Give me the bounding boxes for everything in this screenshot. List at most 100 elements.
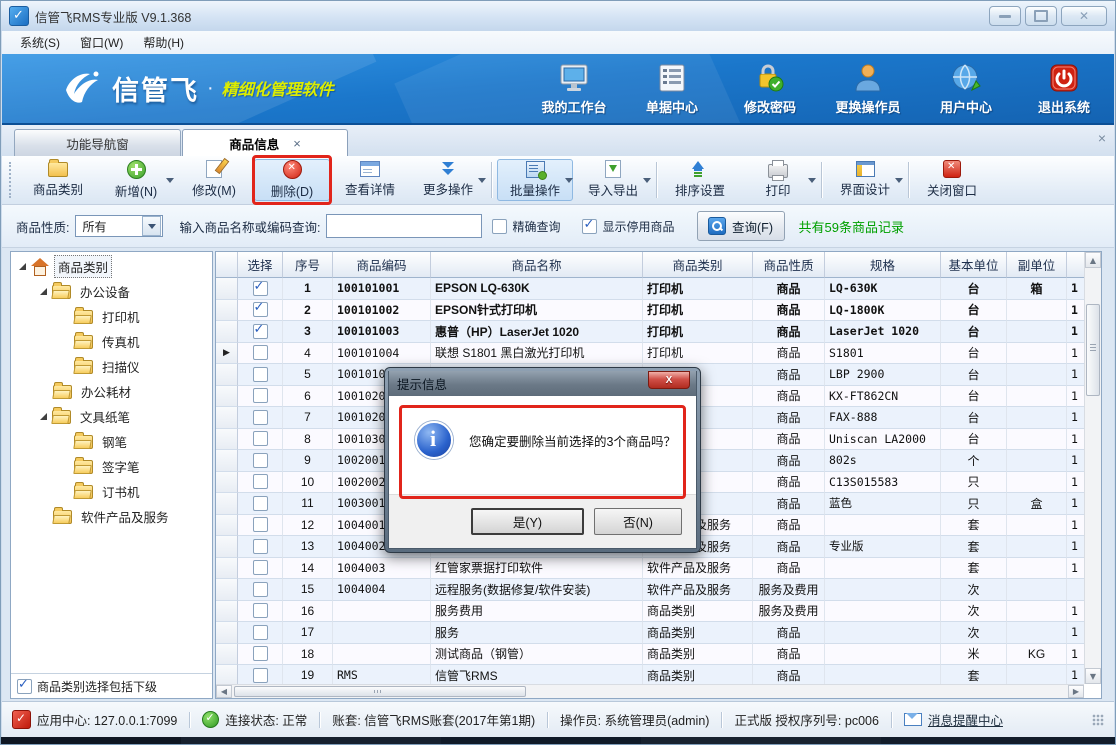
nav-document-center[interactable]: 单据中心 [636,62,708,116]
maximize-button[interactable] [1025,6,1057,26]
tree-item[interactable]: 扫描仪 [13,354,210,379]
horizontal-scroll-thumb[interactable] [234,686,526,697]
dialog-titlebar[interactable]: 提示信息 X [389,371,696,396]
grid-column-header[interactable] [1067,252,1084,278]
checkbox-checked-icon[interactable] [253,324,268,339]
grid-column-header[interactable]: 商品名称 [431,252,643,278]
tree-item[interactable]: 传真机 [13,329,210,354]
table-row[interactable]: 16服务费用商品类别服务及费用次1 [216,601,1084,623]
checkbox-icon[interactable] [253,388,268,403]
dialog-close-button[interactable]: X [648,371,690,389]
toolbar-product-category-button[interactable]: 商品类别 [20,159,96,201]
checkbox-icon[interactable] [253,453,268,468]
checkbox-icon[interactable] [253,367,268,382]
grid-column-header[interactable]: 选择 [238,252,283,278]
checkbox-checked-icon[interactable] [253,302,268,317]
table-row[interactable]: 3100101003惠普（HP）LaserJet 1020打印机商品LaserJ… [216,321,1084,343]
checkbox-icon[interactable] [253,560,268,575]
table-row[interactable]: 19RMS信管飞RMS商品类别商品套1 [216,665,1084,684]
select-arrow-icon[interactable] [142,216,161,236]
toolbar-more-actions-button[interactable]: 更多操作 [410,159,486,201]
tabstrip-close-icon[interactable]: × [1098,130,1106,146]
dropdown-arrow-icon[interactable] [478,178,486,183]
tree-item[interactable]: 软件产品及服务 [13,504,210,529]
table-row[interactable]: 1100101001EPSON LQ-630K打印机商品LQ-630K台箱1 [216,278,1084,300]
tree-item[interactable]: 打印机 [13,304,210,329]
vertical-scrollbar[interactable]: ▲ ▼ [1084,252,1101,684]
nav-switch-operator[interactable]: 更换操作员 [832,62,904,116]
grid-column-header[interactable]: 基本单位 [941,252,1007,278]
exact-query-checkbox[interactable]: 精确查询 [492,218,560,235]
no-button[interactable]: 否(N) [594,508,682,535]
table-row[interactable]: 151004004远程服务(数据修复/软件安装)软件产品及服务服务及费用次 [216,579,1084,601]
query-button[interactable]: 查询(F) [697,211,785,241]
checkbox-icon[interactable] [253,668,268,683]
checkbox-icon[interactable] [253,474,268,489]
search-input[interactable] [326,214,482,238]
toolbar-delete-button[interactable]: 删除(D) [254,159,330,201]
checkbox-icon[interactable] [253,539,268,554]
grid-column-header[interactable]: 商品类别 [643,252,753,278]
checkbox-icon[interactable] [253,431,268,446]
horizontal-scrollbar[interactable]: ◀ ▶ [216,684,1084,698]
tree-expand-icon[interactable] [19,263,26,270]
nav-change-password[interactable]: 修改密码 [734,62,806,116]
close-button[interactable]: ✕ [1061,6,1107,26]
checkbox-icon[interactable] [253,582,268,597]
dropdown-arrow-icon[interactable] [808,178,816,183]
table-row[interactable]: ▶4100101004联想 S1801 黑白激光打印机打印机商品S1801台1 [216,343,1084,365]
nav-user-center[interactable]: 用户中心 [930,62,1002,116]
toolbar-import-export-button[interactable]: 导入导出 [575,159,651,201]
tab-close-icon[interactable]: × [293,136,301,151]
grid-column-header[interactable]: 商品性质 [753,252,825,278]
tree-item[interactable]: 商品类别 [13,254,210,279]
checkbox-icon[interactable] [253,517,268,532]
tree-item[interactable]: 签字笔 [13,454,210,479]
table-row[interactable]: 18测试商品（钢管）商品类别商品米KG1 [216,644,1084,666]
table-row[interactable]: 141004003红管家票据打印软件软件产品及服务商品套1 [216,558,1084,580]
nav-my-workbench[interactable]: 我的工作台 [538,62,610,116]
grid-column-header[interactable] [216,252,238,278]
tree-item[interactable]: 文具纸笔 [13,404,210,429]
dropdown-arrow-icon[interactable] [643,178,651,183]
dropdown-arrow-icon[interactable] [565,178,573,183]
toolbar-print-button[interactable]: 打印 [740,159,816,201]
tree-item[interactable]: 办公耗材 [13,379,210,404]
menu-help[interactable]: 帮助(H) [135,32,196,54]
tree-item[interactable]: 订书机 [13,479,210,504]
checkbox-checked-icon[interactable] [253,281,268,296]
toolbar-view-detail-button[interactable]: 查看详情 [332,159,408,201]
dropdown-arrow-icon[interactable] [166,178,174,183]
menu-window[interactable]: 窗口(W) [72,32,135,54]
toolbar-sort-settings-button[interactable]: 排序设置 [662,159,738,201]
tab-product-info[interactable]: 商品信息 × [182,129,348,156]
checkbox-checked-icon[interactable] [582,219,597,234]
menu-system[interactable]: 系统(S) [12,32,72,54]
nature-select[interactable]: 所有 [75,215,163,237]
tree-item[interactable]: 办公设备 [13,279,210,304]
checkbox-icon[interactable] [253,603,268,618]
dropdown-arrow-icon[interactable] [895,178,903,183]
checkbox-icon[interactable] [253,496,268,511]
nav-exit-system[interactable]: 退出系统 [1028,62,1100,116]
scroll-down-icon[interactable]: ▼ [1085,668,1101,684]
tree-expand-icon[interactable] [40,288,47,295]
scroll-up-icon[interactable]: ▲ [1085,252,1101,268]
checkbox-icon[interactable] [253,410,268,425]
table-row[interactable]: 2100101002EPSON针式打印机打印机商品LQ-1800K台1 [216,300,1084,322]
toolbar-add-button[interactable]: 新增(N) [98,159,174,201]
toolbar-ui-design-button[interactable]: 界面设计 [827,159,903,201]
vertical-scroll-thumb[interactable] [1086,304,1100,396]
resize-grip[interactable] [1092,714,1104,726]
grid-column-header[interactable]: 规格 [825,252,941,278]
message-center-link[interactable]: 消息提醒中心 [904,710,1003,729]
checkbox-icon[interactable] [492,219,507,234]
table-row[interactable]: 17服务商品类别商品次1 [216,622,1084,644]
grid-column-header[interactable]: 副单位 [1007,252,1067,278]
minimize-button[interactable] [989,6,1021,26]
checkbox-icon[interactable] [253,646,268,661]
show-disabled-checkbox[interactable]: 显示停用商品 [582,218,674,235]
toolbar-edit-button[interactable]: 修改(M) [176,159,252,201]
checkbox-icon[interactable] [253,625,268,640]
yes-button[interactable]: 是(Y) [471,508,584,535]
